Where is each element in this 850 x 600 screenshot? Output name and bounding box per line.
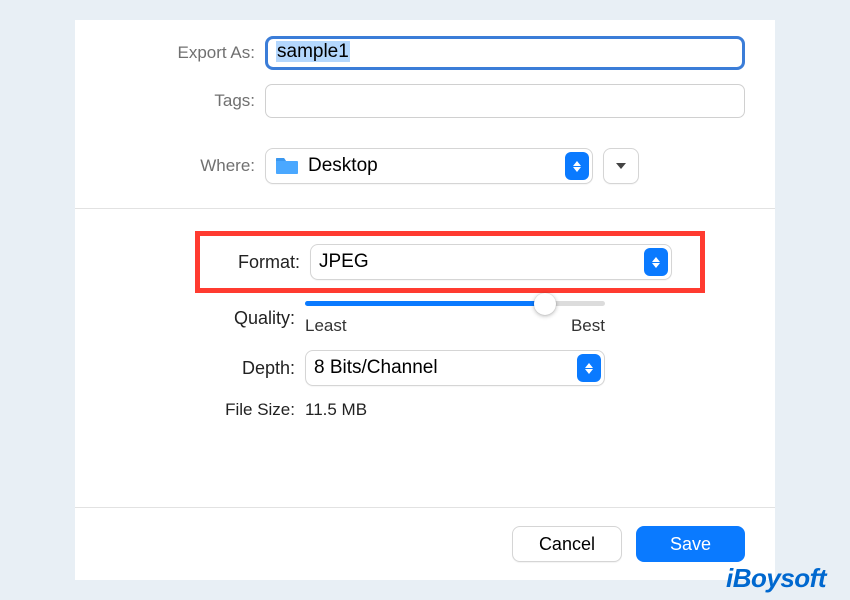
slider-min-label: Least	[305, 316, 347, 336]
export-dialog: Export As: sample1 Tags: Where: D	[75, 20, 775, 580]
where-controls: Desktop	[265, 148, 639, 184]
chevron-down-icon	[616, 163, 626, 169]
export-as-row: Export As: sample1	[105, 36, 745, 70]
export-as-label: Export As:	[105, 43, 265, 63]
filesize-label: File Size:	[105, 400, 305, 420]
updown-stepper-icon	[644, 248, 668, 276]
button-bar: Cancel Save	[75, 507, 775, 580]
format-value: JPEG	[319, 251, 369, 273]
cancel-button[interactable]: Cancel	[512, 526, 622, 562]
updown-stepper-icon	[577, 354, 601, 382]
format-highlight: Format: JPEG	[195, 231, 705, 293]
format-label: Format:	[210, 252, 310, 273]
where-select[interactable]: Desktop	[265, 148, 593, 184]
filesize-value: 11.5 MB	[305, 400, 367, 420]
filename-value: sample1	[276, 41, 350, 62]
tags-input[interactable]	[265, 84, 745, 118]
depth-value: 8 Bits/Channel	[314, 357, 438, 379]
depth-select[interactable]: 8 Bits/Channel	[305, 350, 605, 386]
where-label: Where:	[105, 156, 265, 176]
file-section: Export As: sample1 Tags: Where: D	[75, 20, 775, 208]
quality-row: Quality: Least Best	[105, 301, 745, 336]
where-row: Where: Desktop	[105, 148, 745, 184]
filesize-row: File Size: 11.5 MB	[105, 400, 745, 420]
save-button[interactable]: Save	[636, 526, 745, 562]
tags-row: Tags:	[105, 84, 745, 118]
slider-thumb[interactable]	[534, 293, 556, 315]
updown-stepper-icon	[565, 152, 589, 180]
format-row: Format: JPEG	[210, 244, 700, 280]
quality-label: Quality:	[105, 308, 305, 329]
quality-slider-wrap: Least Best	[305, 301, 745, 336]
format-select[interactable]: JPEG	[310, 244, 672, 280]
folder-icon	[274, 156, 300, 176]
depth-row: Depth: 8 Bits/Channel	[105, 350, 745, 386]
slider-labels: Least Best	[305, 316, 605, 336]
slider-max-label: Best	[571, 316, 605, 336]
options-section: Format: JPEG Quality: L	[75, 208, 775, 464]
where-value: Desktop	[308, 155, 378, 177]
watermark: iBoysoft	[726, 563, 826, 594]
quality-slider[interactable]	[305, 301, 605, 306]
depth-label: Depth:	[105, 358, 305, 379]
slider-fill	[305, 301, 545, 306]
expand-button[interactable]	[603, 148, 639, 184]
tags-label: Tags:	[105, 91, 265, 111]
export-as-input[interactable]: sample1	[265, 36, 745, 70]
